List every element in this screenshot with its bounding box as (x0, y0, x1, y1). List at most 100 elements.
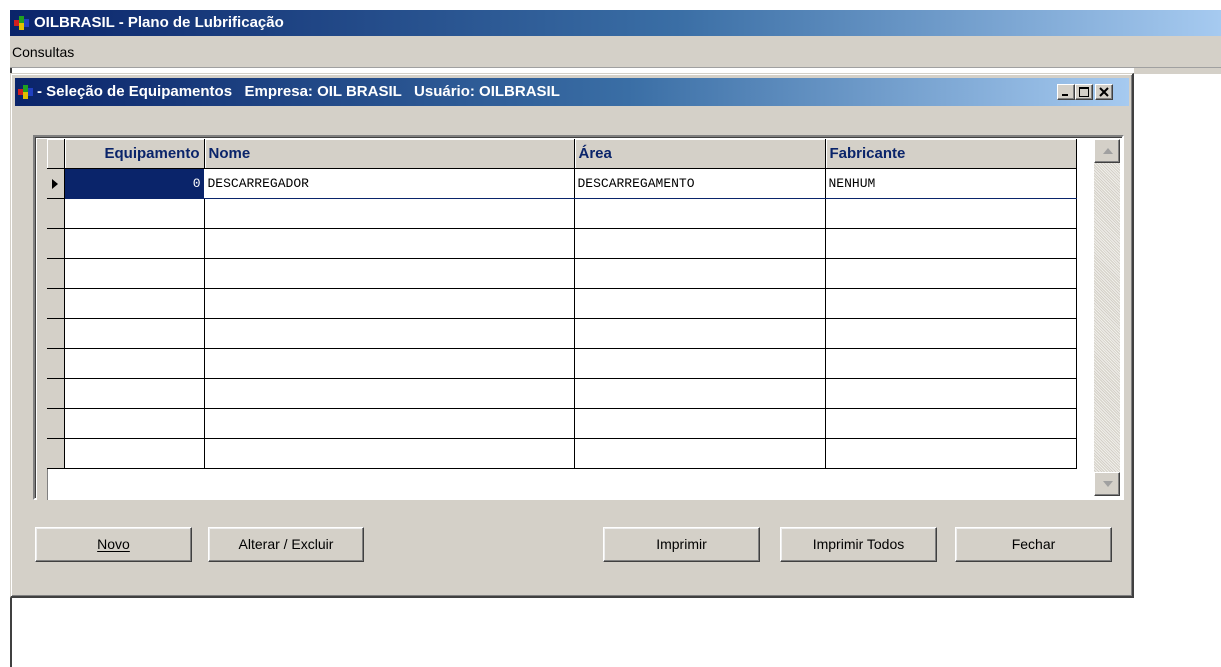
cell-equipamento[interactable] (64, 258, 205, 289)
cell-fabricante[interactable] (825, 258, 1077, 289)
imprimir-button-label: Imprimir (656, 536, 707, 552)
column-header-nome[interactable]: Nome (204, 139, 575, 169)
cell-equipamento[interactable]: 0 (63, 168, 205, 199)
client-area-strip (1134, 68, 1221, 74)
cell-nome[interactable] (204, 258, 575, 289)
scroll-down-button[interactable] (1094, 472, 1120, 496)
row-indicator[interactable] (47, 228, 65, 259)
cell-fabricante[interactable] (825, 198, 1077, 229)
table-row[interactable] (47, 348, 1077, 379)
cell-area[interactable] (574, 378, 826, 409)
row-indicator[interactable] (47, 408, 65, 439)
cell-nome[interactable]: DESCARREGADOR (204, 168, 575, 199)
app-title-bar[interactable]: OILBRASIL - Plano de Lubrificação (10, 10, 1221, 36)
imprimir-todos-button[interactable]: Imprimir Todos (780, 527, 937, 562)
cell-nome[interactable] (204, 288, 575, 319)
table-row[interactable] (47, 378, 1077, 409)
cell-area[interactable] (574, 438, 826, 469)
cell-equipamento[interactable] (64, 378, 205, 409)
vertical-scrollbar[interactable] (1094, 139, 1120, 496)
alterar-excluir-button-label: Alterar / Excluir (238, 536, 334, 552)
cell-area[interactable] (574, 198, 826, 229)
maximize-icon (1079, 87, 1089, 97)
app-title: OILBRASIL - Plano de Lubrificação (34, 14, 284, 31)
minimize-button[interactable] (1057, 84, 1075, 100)
table-row[interactable] (47, 288, 1077, 319)
row-indicator[interactable] (47, 198, 65, 229)
cell-nome[interactable] (204, 228, 575, 259)
menu-bar: Consultas (10, 36, 1221, 68)
grid-header-indicator (47, 139, 65, 169)
cell-fabricante[interactable] (825, 408, 1077, 439)
cell-area[interactable] (574, 408, 826, 439)
cell-nome[interactable] (204, 408, 575, 439)
cell-nome[interactable] (204, 438, 575, 469)
alterar-excluir-button[interactable]: Alterar / Excluir (208, 527, 364, 562)
row-pointer-icon (52, 179, 58, 189)
row-indicator[interactable] (47, 438, 65, 469)
cell-fabricante[interactable]: NENHUM (825, 168, 1077, 199)
cell-nome[interactable] (204, 348, 575, 379)
column-header-area[interactable]: Área (574, 139, 826, 169)
cell-fabricante[interactable] (825, 438, 1077, 469)
cell-equipamento[interactable] (64, 198, 205, 229)
cell-area[interactable] (574, 348, 826, 379)
cell-equipamento[interactable] (64, 228, 205, 259)
scroll-up-button[interactable] (1094, 139, 1120, 163)
minimize-icon (1062, 94, 1068, 96)
row-indicator[interactable] (47, 318, 65, 349)
novo-button[interactable]: Novo (35, 527, 192, 562)
menu-consultas[interactable]: Consultas (10, 44, 76, 60)
cell-equipamento[interactable] (64, 348, 205, 379)
row-indicator[interactable] (47, 348, 65, 379)
close-button[interactable] (1095, 84, 1113, 100)
cell-area[interactable] (574, 318, 826, 349)
table-row[interactable] (47, 408, 1077, 439)
cell-nome[interactable] (204, 378, 575, 409)
arrow-up-icon (1103, 148, 1113, 154)
cell-equipamento[interactable] (64, 318, 205, 349)
cell-area[interactable]: DESCARREGAMENTO (574, 168, 826, 199)
table-row[interactable]: 0 DESCARREGADOR DESCARREGAMENTO NENHUM (47, 168, 1077, 199)
row-indicator[interactable] (47, 168, 65, 199)
cell-nome[interactable] (204, 318, 575, 349)
cell-equipamento[interactable] (64, 288, 205, 319)
row-indicator[interactable] (47, 258, 65, 289)
cell-area[interactable] (574, 258, 826, 289)
imprimir-todos-button-label: Imprimir Todos (812, 536, 905, 552)
cell-fabricante[interactable] (825, 378, 1077, 409)
close-icon (1099, 87, 1109, 97)
cell-fabricante[interactable] (825, 348, 1077, 379)
arrow-down-icon (1103, 481, 1113, 487)
app-logo-icon (18, 85, 33, 99)
cell-equipamento[interactable] (64, 438, 205, 469)
fechar-button[interactable]: Fechar (955, 527, 1112, 562)
column-header-equipamento[interactable]: Equipamento (64, 139, 205, 169)
row-indicator[interactable] (47, 378, 65, 409)
equipment-grid[interactable]: Equipamento Nome Área Fabricante 0 DESCAR… (33, 135, 1124, 500)
fechar-button-label: Fechar (1011, 536, 1056, 552)
row-indicator[interactable] (47, 288, 65, 319)
child-title: - Seleção de Equipamentos Empresa: OIL B… (37, 83, 560, 100)
cell-nome[interactable] (204, 198, 575, 229)
table-row[interactable] (47, 228, 1077, 259)
cell-fabricante[interactable] (825, 288, 1077, 319)
column-header-fabricante[interactable]: Fabricante (825, 139, 1077, 169)
maximize-button[interactable] (1075, 84, 1093, 100)
table-row[interactable] (47, 318, 1077, 349)
table-row[interactable] (47, 198, 1077, 229)
child-title-bar[interactable]: - Seleção de Equipamentos Empresa: OIL B… (15, 78, 1129, 106)
equipment-selection-window: - Seleção de Equipamentos Empresa: OIL B… (10, 73, 1134, 598)
table-row[interactable] (47, 438, 1077, 469)
cell-equipamento[interactable] (64, 408, 205, 439)
cell-fabricante[interactable] (825, 318, 1077, 349)
imprimir-button[interactable]: Imprimir (603, 527, 760, 562)
app-logo-icon (14, 16, 29, 30)
cell-area[interactable] (574, 228, 826, 259)
grid-header-row: Equipamento Nome Área Fabricante (47, 139, 1077, 169)
novo-button-label: Novo (97, 536, 130, 552)
table-row[interactable] (47, 258, 1077, 289)
cell-fabricante[interactable] (825, 228, 1077, 259)
equipment-table: Equipamento Nome Área Fabricante 0 DESCAR… (47, 139, 1077, 469)
cell-area[interactable] (574, 288, 826, 319)
